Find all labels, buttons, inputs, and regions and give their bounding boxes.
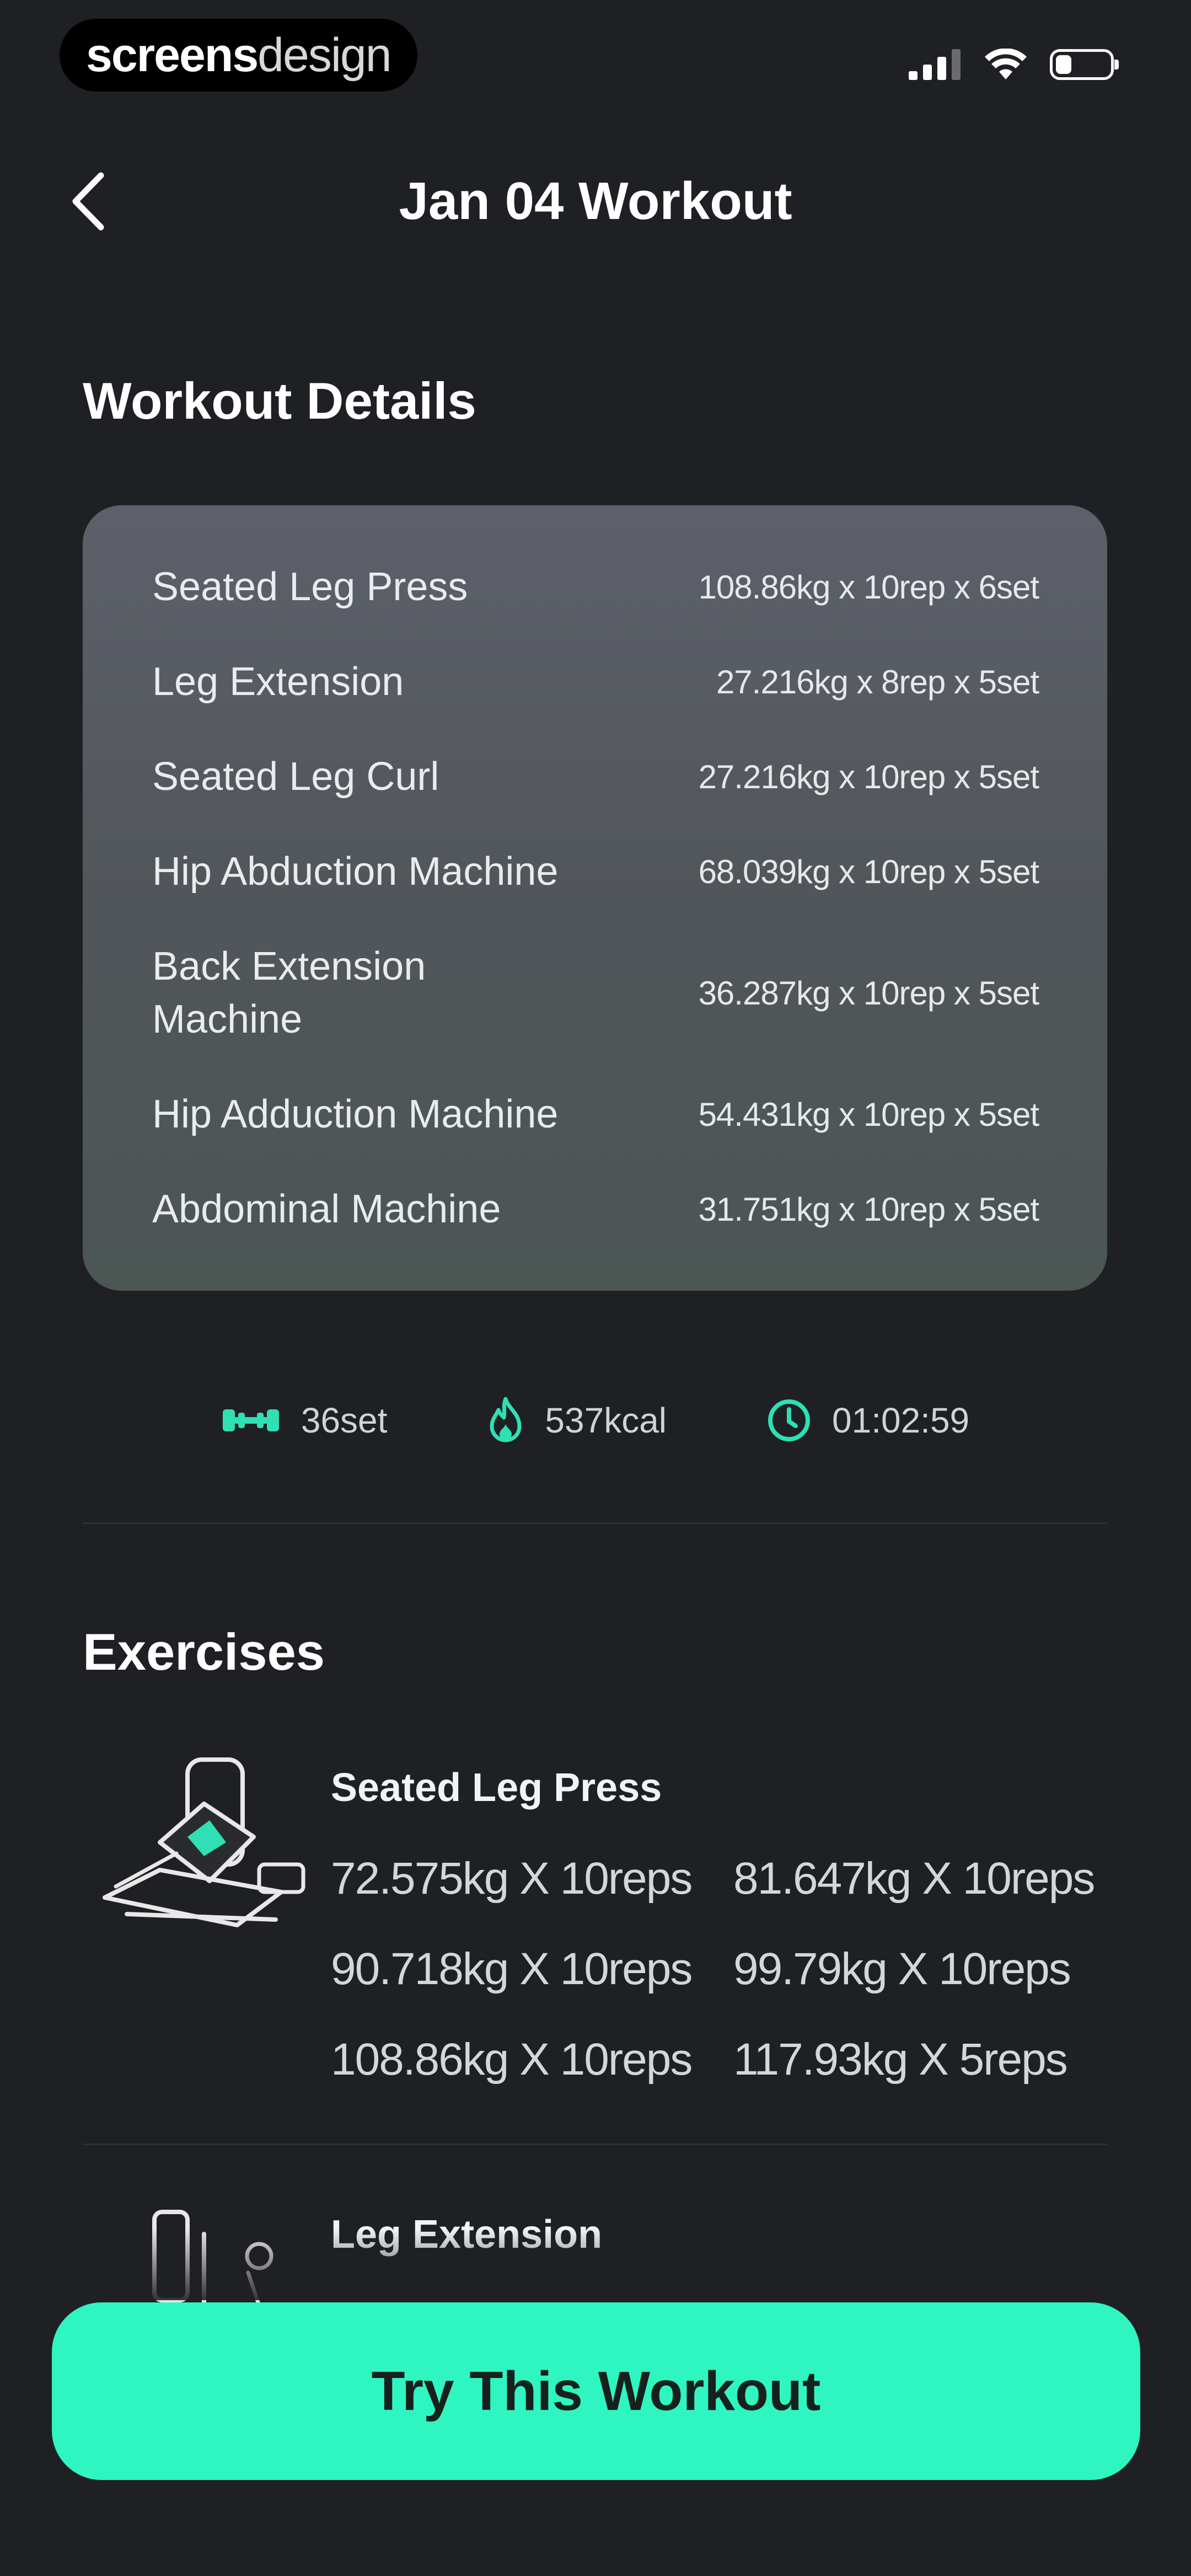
stat-sets: 36set — [221, 1400, 388, 1441]
workout-details-card: Seated Leg Press 108.86kg x 10rep x 6set… — [83, 505, 1107, 1291]
detail-exercise-name: Seated Leg Curl — [152, 755, 439, 799]
set-entry: 81.647kg X 10reps — [733, 1853, 1095, 1904]
watermark-logo: screens design — [60, 19, 417, 92]
stat-calories-value: 537kcal — [545, 1401, 667, 1440]
clock-icon — [768, 1399, 811, 1441]
battery-fill — [1056, 55, 1071, 74]
set-entry: 90.718kg X 10reps — [331, 1944, 693, 1994]
detail-exercise-value: 36.287kg x 10rep x 5set — [698, 974, 1039, 1012]
watermark-brand-bold: screens — [86, 29, 259, 82]
detail-exercise-name: Hip Adduction Machine — [152, 1092, 559, 1136]
page-title: Jan 04 Workout — [399, 172, 792, 231]
detail-exercise-value: 27.216kg x 10rep x 5set — [698, 758, 1039, 795]
detail-row: Hip Abduction Machine 68.039kg x 10rep x… — [152, 845, 1039, 898]
set-entry: 117.93kg X 5reps — [733, 2034, 1068, 2085]
battery-icon — [1050, 49, 1119, 80]
detail-exercise-name: Leg Extension — [152, 660, 404, 704]
workout-detail-screen: screens design Jan 04 Workout Workout De… — [0, 0, 1191, 2576]
wifi-icon — [985, 49, 1027, 79]
divider — [83, 1522, 1107, 1524]
detail-exercise-value: 68.039kg x 10rep x 5set — [698, 853, 1039, 890]
detail-row: Leg Extension 27.216kg x 8rep x 5set — [152, 655, 1039, 708]
dumbbell-icon — [222, 1409, 279, 1431]
detail-row: Abdominal Machine 31.751kg x 10rep x 5se… — [152, 1183, 1039, 1236]
leg-press-machine-icon — [103, 1757, 305, 1927]
workout-stats: 36set 537kcal 01:02:59 — [83, 1385, 1107, 1456]
stat-duration: 01:02:59 — [766, 1397, 969, 1444]
workout-details-heading: Workout Details — [83, 372, 476, 430]
detail-exercise-value: 108.86kg x 10rep x 6set — [698, 568, 1039, 606]
status-icons — [909, 49, 1119, 81]
detail-exercise-name: Back Extension Machine — [152, 944, 426, 1041]
watermark-brand-light: design — [257, 29, 391, 82]
detail-exercise-value: 54.431kg x 10rep x 5set — [698, 1095, 1039, 1133]
status-bar: screens design — [0, 0, 1191, 116]
detail-exercise-name: Seated Leg Press — [152, 565, 468, 609]
exercise-name: Seated Leg Press — [331, 1766, 662, 1810]
bottom-fade — [0, 2228, 1191, 2300]
exercises-heading: Exercises — [83, 1623, 325, 1681]
stat-calories: 537kcal — [486, 1397, 667, 1444]
try-this-workout-button[interactable]: Try This Workout — [52, 2302, 1140, 2480]
detail-exercise-value: 31.751kg x 10rep x 5set — [698, 1190, 1039, 1228]
stat-sets-value: 36set — [301, 1401, 388, 1440]
nav-header: Jan 04 Workout — [0, 143, 1191, 259]
detail-exercise-name: Hip Abduction Machine — [152, 849, 559, 894]
detail-row: Back Extension Machine 36.287kg x 10rep … — [152, 940, 1039, 1046]
detail-exercise-value: 27.216kg x 8rep x 5set — [716, 663, 1039, 701]
set-entry: 108.86kg X 10reps — [331, 2034, 693, 2085]
detail-row: Seated Leg Curl 27.216kg x 10rep x 5set — [152, 750, 1039, 803]
exercise-item[interactable]: Seated Leg Press 72.575kg X 10reps 81.64… — [83, 1754, 1107, 2113]
detail-row: Seated Leg Press 108.86kg x 10rep x 6set — [152, 560, 1039, 613]
exercise-sets-grid: 72.575kg X 10reps 81.647kg X 10reps 90.7… — [331, 1853, 1119, 2085]
set-entry: 99.79kg X 10reps — [733, 1944, 1071, 1994]
detail-exercise-name: Abdominal Machine — [152, 1187, 501, 1231]
set-entry: 72.575kg X 10reps — [331, 1853, 693, 1904]
flame-icon — [490, 1397, 522, 1442]
divider — [83, 2144, 1107, 2145]
signal-icon — [909, 49, 961, 80]
stat-duration-value: 01:02:59 — [832, 1401, 970, 1440]
detail-row: Hip Adduction Machine 54.431kg x 10rep x… — [152, 1088, 1039, 1141]
